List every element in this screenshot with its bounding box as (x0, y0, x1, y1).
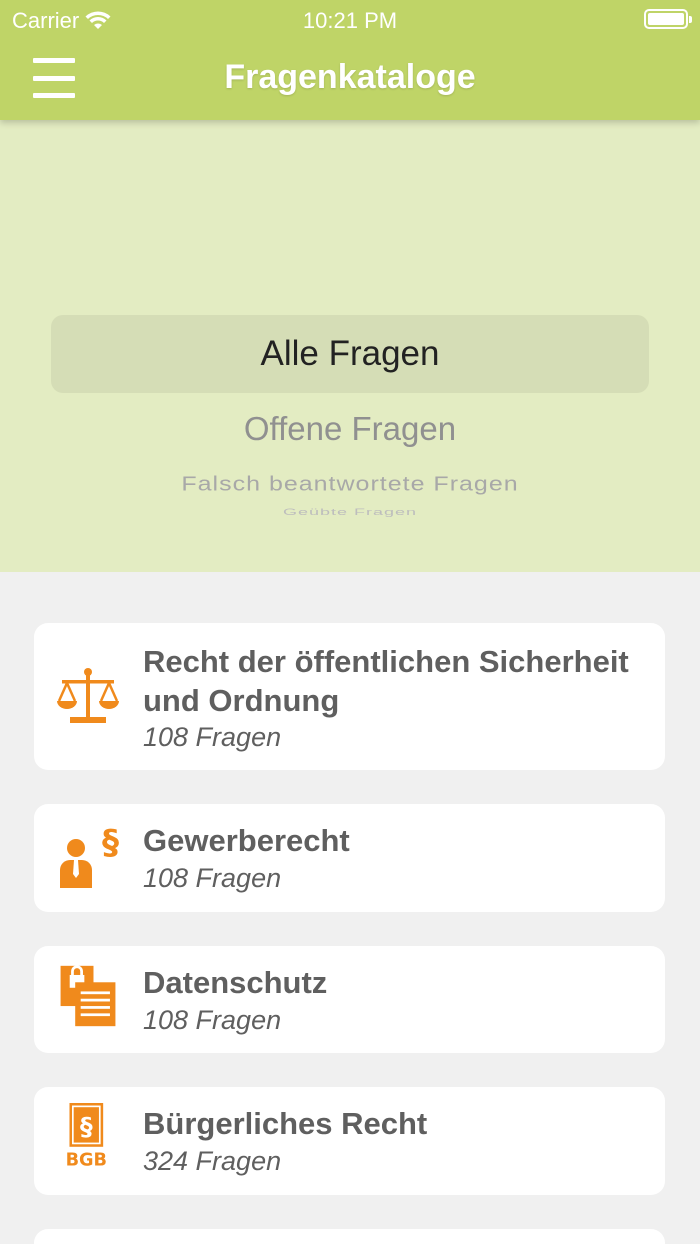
picker-option-wrong[interactable]: Falsch beantwortete Fragen (0, 473, 700, 497)
bgb-book-icon: § BGB (66, 1103, 107, 1167)
catalog-item-civil-law[interactable]: § BGB Bürgerliches Recht 324 Fragen (34, 1087, 665, 1195)
catalog-item-trade-law[interactable]: § Gewerberecht 108 Fragen (34, 804, 665, 912)
catalog-title: Datenschutz (143, 965, 328, 1000)
status-time: 10:21 PM (302, 8, 398, 33)
status-bar: Carrier 10:21 PM (0, 0, 700, 40)
catalog-title: Bürgerliches Recht (143, 1106, 428, 1141)
battery-icon (644, 9, 692, 29)
picker-option-practiced[interactable]: Geübte Fragen (0, 507, 700, 518)
picker-option-all[interactable]: Alle Fragen (0, 334, 700, 374)
question-filter-picker[interactable]: Alle Fragen Offene Fragen Falsch beantwo… (0, 120, 700, 572)
scales-icon (57, 668, 119, 723)
person-paragraph-icon: § (60, 824, 119, 888)
catalog-item-public-safety[interactable]: Recht der öffentlichen Sicherheit und Or… (34, 623, 665, 770)
catalog-item-partial[interactable] (34, 1229, 665, 1244)
catalog-question-count: 108 Fragen (143, 863, 282, 893)
app-header: Carrier 10:21 PM Fragenkataloge (0, 0, 700, 120)
catalog-question-count: 108 Fragen (143, 1005, 282, 1035)
catalog-question-count: 324 Fragen (143, 1146, 282, 1176)
catalog-question-count: 108 Fragen (143, 722, 282, 752)
picker-option-open[interactable]: Offene Fragen (0, 410, 700, 448)
catalog-title: Gewerberecht (143, 823, 350, 858)
svg-text:§: § (102, 824, 119, 863)
page-title: Fragenkataloge (224, 58, 476, 96)
catalog-item-data-protection[interactable]: Datenschutz 108 Fragen (34, 946, 665, 1053)
bgb-icon-label: BGB (66, 1150, 107, 1167)
lock-document-icon (60, 965, 116, 1027)
catalog-title: Recht der öffentlichen Sicherheit und Or… (143, 644, 629, 718)
svg-text:§: § (80, 1112, 93, 1141)
